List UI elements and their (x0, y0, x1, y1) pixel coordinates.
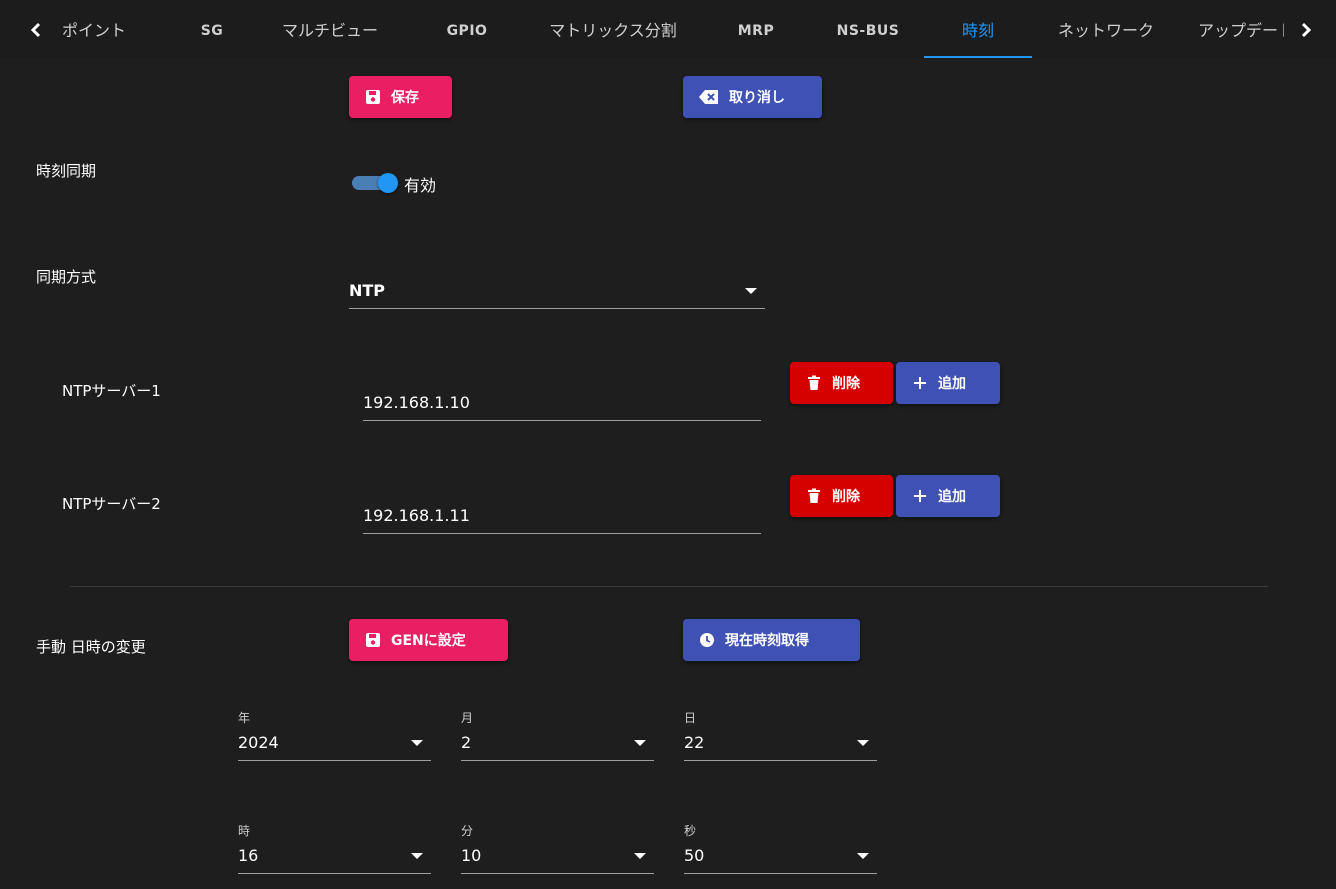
add-button-label: 追加 (938, 376, 966, 392)
year-value: 2024 (238, 733, 279, 752)
section-divider (70, 586, 1268, 587)
hour-select[interactable]: 16 (238, 837, 431, 874)
cancel-button[interactable]: 取り消し (683, 76, 822, 118)
tab-mrp[interactable]: MRP (716, 0, 796, 58)
chevron-right-icon[interactable] (1296, 20, 1316, 40)
ntp-server-2-label: NTPサーバー2 (62, 495, 161, 513)
ntp-server-1-input[interactable]: 192.168.1.10 (363, 384, 761, 421)
time-sync-switch-knob[interactable] (378, 173, 398, 193)
delete-ntp-server-2-button[interactable]: 削除 (790, 475, 893, 517)
chevron-down-icon (745, 288, 757, 294)
year-select[interactable]: 2024 (238, 724, 431, 761)
ntp-server-1-value: 192.168.1.10 (363, 393, 470, 412)
set-gen-button-label: GENに設定 (391, 633, 466, 649)
plus-icon (914, 377, 926, 389)
chevron-down-icon (411, 740, 423, 746)
tab-multiview[interactable]: マルチビュー (254, 0, 406, 58)
delete-ntp-server-1-button[interactable]: 削除 (790, 362, 893, 404)
tab-network[interactable]: ネットワーク (1036, 0, 1176, 58)
chevron-down-icon (857, 853, 869, 859)
chevron-down-icon (634, 740, 646, 746)
chevron-down-icon (411, 853, 423, 859)
trash-icon (808, 488, 820, 503)
delete-button-label: 削除 (832, 489, 860, 505)
month-select[interactable]: 2 (461, 724, 654, 761)
set-gen-button[interactable]: GENに設定 (349, 619, 508, 661)
chevron-down-icon (857, 740, 869, 746)
tab-gpio[interactable]: GPIO (426, 0, 508, 58)
tab-update[interactable]: アップデート (1186, 0, 1284, 58)
minute-value: 10 (461, 846, 482, 865)
chevron-down-icon (634, 853, 646, 859)
month-value: 2 (461, 733, 472, 752)
plus-icon (914, 490, 926, 502)
second-select[interactable]: 50 (684, 837, 877, 874)
hour-value: 16 (238, 846, 259, 865)
time-sync-label: 時刻同期 (36, 162, 97, 180)
add-button-label: 追加 (938, 489, 966, 505)
minute-select[interactable]: 10 (461, 837, 654, 874)
manual-datetime-label: 手動 日時の変更 (36, 638, 146, 656)
tab-point[interactable]: ポイント (52, 0, 152, 58)
save-icon (366, 633, 380, 647)
tab-ns-bus[interactable]: NS-BUS (812, 0, 924, 58)
sync-method-label: 同期方式 (36, 268, 97, 286)
ntp-server-2-value: 192.168.1.11 (363, 506, 470, 525)
tab-bar: ポイント SG マルチビュー GPIO マトリックス分割 MRP NS-BUS … (0, 0, 1336, 58)
time-sync-state-label: 有効 (404, 176, 437, 195)
ntp-server-1-label: NTPサーバー1 (62, 382, 161, 400)
get-current-time-button[interactable]: 現在時刻取得 (683, 619, 860, 661)
save-button[interactable]: 保存 (349, 76, 452, 118)
ntp-server-2-input[interactable]: 192.168.1.11 (363, 497, 761, 534)
save-icon (366, 90, 380, 104)
get-current-time-button-label: 現在時刻取得 (725, 633, 809, 649)
sync-method-select[interactable]: NTP (349, 272, 765, 309)
clock-icon (700, 633, 714, 647)
tab-time[interactable]: 時刻 (924, 0, 1032, 58)
sync-method-value: NTP (349, 281, 386, 300)
day-value: 22 (684, 733, 705, 752)
day-select[interactable]: 22 (684, 724, 877, 761)
delete-button-label: 削除 (832, 376, 860, 392)
cancel-button-label: 取り消し (729, 90, 785, 106)
chevron-left-icon[interactable] (26, 20, 46, 40)
tabs-viewport: ポイント SG マルチビュー GPIO マトリックス分割 MRP NS-BUS … (52, 0, 1284, 58)
trash-icon (808, 375, 820, 390)
add-ntp-server-1-button[interactable]: 追加 (896, 362, 1000, 404)
tab-matrix-split[interactable]: マトリックス分割 (524, 0, 702, 58)
tab-sg[interactable]: SG (172, 0, 252, 58)
add-ntp-server-2-button[interactable]: 追加 (896, 475, 1000, 517)
backspace-icon (699, 90, 718, 104)
save-button-label: 保存 (391, 90, 419, 106)
second-value: 50 (684, 846, 705, 865)
